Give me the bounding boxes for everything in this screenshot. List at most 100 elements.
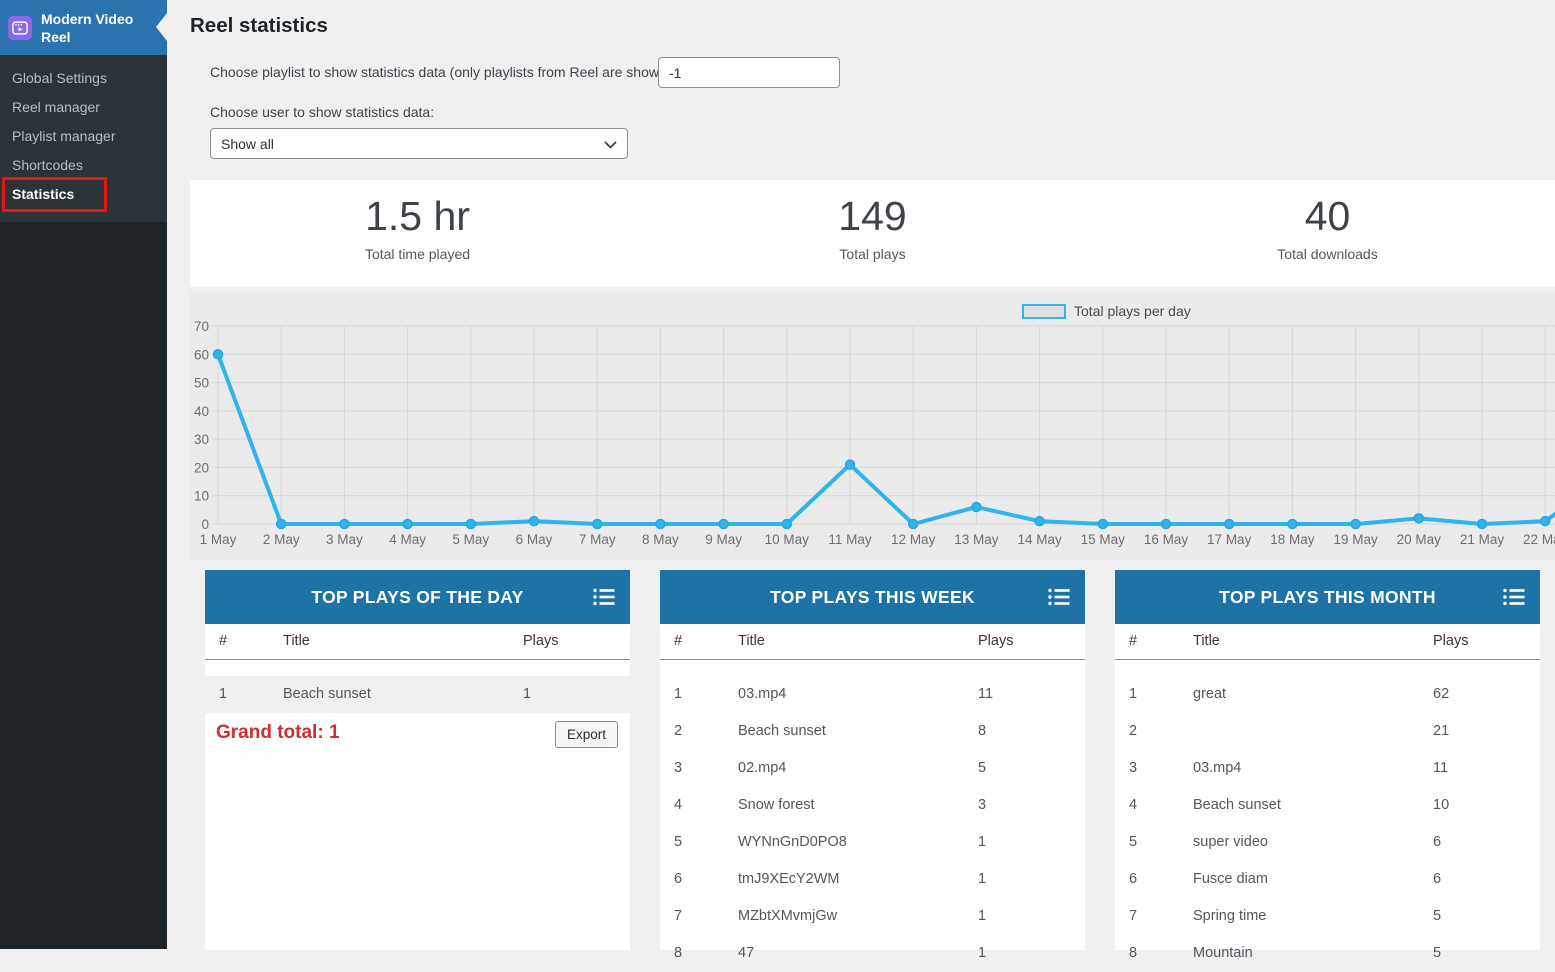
- column-header: Title: [1193, 633, 1220, 649]
- row-rank: 7: [1129, 908, 1137, 924]
- row-rank: 8: [674, 945, 682, 961]
- summary-stat: 1.5 hrTotal time played: [190, 180, 645, 287]
- sidebar-item-label: Shortcodes: [12, 157, 83, 173]
- list-icon: [1047, 587, 1071, 612]
- table-column-headers: #TitlePlays: [205, 624, 630, 660]
- svg-text:40: 40: [194, 404, 209, 419]
- row-title: Spring time: [1193, 908, 1266, 924]
- row-rank: 1: [219, 686, 227, 702]
- svg-text:21 May: 21 May: [1460, 532, 1505, 547]
- table-title: TOP PLAYS OF THE DAY: [311, 587, 523, 608]
- top-plays-table: TOP PLAYS THIS MONTH # Title Plays 1great62 2…: [1115, 570, 1540, 950]
- table-title: TOP PLAYS THIS MONTH: [1219, 587, 1436, 608]
- sidebar-item-reel-manager[interactable]: Reel manager: [0, 93, 167, 122]
- sidebar-item-shortcodes[interactable]: Shortcodes: [0, 151, 167, 180]
- table-row: 6Fusce diam6: [1115, 861, 1540, 898]
- column-header: #: [674, 633, 682, 649]
- sidebar-app-header[interactable]: Modern Video Reel: [0, 0, 167, 55]
- table-row: 103.mp411: [660, 676, 1085, 713]
- row-title: Mountain: [1193, 945, 1253, 961]
- table-footer: Grand total: 1Export: [205, 718, 630, 754]
- row-rank: 3: [1129, 760, 1137, 776]
- svg-text:20: 20: [194, 460, 209, 475]
- video-icon: [10, 18, 30, 38]
- row-plays: 8: [978, 723, 986, 739]
- svg-text:13 May: 13 May: [954, 532, 999, 547]
- row-rank: 7: [674, 908, 682, 924]
- row-plays: 1: [523, 686, 531, 702]
- table-row: 2Beach sunset8: [660, 713, 1085, 750]
- column-header: #: [1129, 633, 1137, 649]
- row-plays: 5: [1433, 945, 1441, 961]
- page-title: Reel statistics: [190, 14, 328, 38]
- table-row: 303.mp411: [1115, 750, 1540, 787]
- table-row: 6tmJ9XEcY2WM1: [660, 861, 1085, 898]
- table-column-headers: # Title Plays: [660, 624, 1085, 660]
- stat-label: Total downloads: [1100, 246, 1555, 262]
- row-title: Snow forest: [738, 797, 815, 813]
- list-icon: [592, 587, 616, 612]
- svg-text:17 May: 17 May: [1207, 532, 1252, 547]
- row-plays: 5: [978, 760, 986, 776]
- row-title: Beach sunset: [1193, 797, 1281, 813]
- playlist-label: Choose playlist to show statistics data …: [210, 64, 675, 80]
- legend-label: Total plays per day: [1074, 303, 1191, 319]
- user-select-value: Show all: [221, 136, 274, 152]
- sidebar-menu: Global Settings Reel manager Playlist mana…: [0, 55, 167, 222]
- playlist-input[interactable]: [658, 57, 840, 88]
- export-button[interactable]: Export: [555, 721, 618, 748]
- column-header: Plays: [978, 633, 1013, 649]
- svg-text:18 May: 18 May: [1270, 532, 1315, 547]
- row-rank: 8: [1129, 945, 1137, 961]
- row-title: Fusce diam: [1193, 871, 1268, 887]
- row-title: tmJ9XEcY2WM: [738, 871, 840, 887]
- video-reel-app-icon: [8, 16, 32, 40]
- table-row: 3 02.mp4 5: [660, 750, 1085, 787]
- row-plays: 5: [1433, 908, 1441, 924]
- table-title-bar: TOP PLAYS OF THE DAY: [205, 570, 630, 624]
- svg-text:8 May: 8 May: [642, 532, 679, 547]
- table-row: 1great62: [1115, 676, 1540, 713]
- svg-text:4 May: 4 May: [389, 532, 426, 547]
- svg-text:60: 60: [194, 347, 209, 362]
- row-plays: 1: [978, 908, 986, 924]
- row-title: 02.mp4: [738, 760, 786, 776]
- sidebar-item-global-settings[interactable]: Global Settings: [0, 64, 167, 93]
- svg-text:20 May: 20 May: [1397, 532, 1442, 547]
- svg-text:15 May: 15 May: [1081, 532, 1126, 547]
- summary-stat: 40Total downloads: [1100, 180, 1555, 287]
- sidebar-item-label: Reel manager: [12, 99, 100, 115]
- svg-text:11 May: 11 May: [828, 532, 872, 547]
- row-rank: 5: [674, 834, 682, 850]
- row-rank: 3: [674, 760, 682, 776]
- svg-text:19 May: 19 May: [1333, 532, 1378, 547]
- row-rank: 2: [674, 723, 682, 739]
- sidebar-item-label: Global Settings: [12, 70, 107, 86]
- row-rank: 5: [1129, 834, 1137, 850]
- sidebar-item-playlist-manager[interactable]: Playlist manager: [0, 122, 167, 151]
- row-rank: 2: [1129, 723, 1137, 739]
- user-select[interactable]: Show all: [210, 128, 628, 159]
- svg-text:0: 0: [201, 517, 209, 532]
- svg-text:6 May: 6 May: [516, 532, 553, 547]
- chevron-down-icon: [604, 136, 617, 152]
- table-row: 7 Spring time 5: [1115, 898, 1540, 935]
- svg-text:22 May: 22 May: [1523, 532, 1555, 547]
- table-column-headers: # Title Plays: [1115, 624, 1540, 660]
- table-title: TOP PLAYS THIS WEEK: [770, 587, 975, 608]
- top-plays-table: TOP PLAYS OF THE DAY#TitlePlays1Beach su…: [205, 570, 630, 950]
- svg-text:50: 50: [194, 376, 209, 391]
- svg-text:12 May: 12 May: [891, 532, 936, 547]
- sidebar-item-statistics[interactable]: Statistics: [0, 180, 167, 209]
- stat-label: Total time played: [190, 246, 645, 262]
- plays-chart-panel: 0102030405060701 May2 May3 May4 May5 May…: [190, 292, 1555, 560]
- user-label: Choose user to show statistics data:: [210, 104, 434, 120]
- row-rank: 1: [674, 686, 682, 702]
- row-plays: 1: [978, 834, 986, 850]
- column-header: Plays: [1433, 633, 1468, 649]
- list-icon: [1502, 587, 1526, 612]
- column-header: Title: [738, 633, 765, 649]
- chart-legend: Total plays per day: [1022, 303, 1191, 319]
- row-plays: 62: [1433, 686, 1449, 702]
- row-rank: 6: [674, 871, 682, 887]
